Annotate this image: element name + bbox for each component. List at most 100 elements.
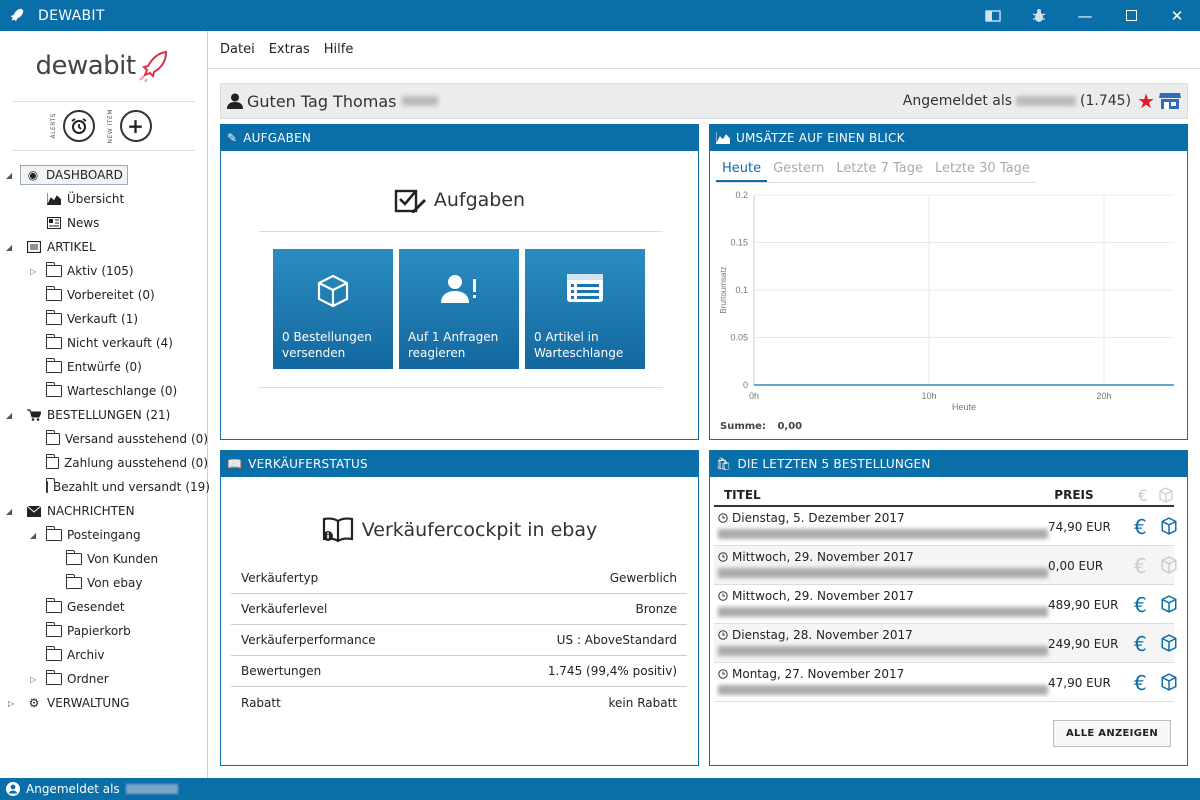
status-row: Verkäuferperformance US : AboveStandard — [231, 625, 687, 656]
maximize-button[interactable] — [1108, 0, 1154, 31]
shop-icon[interactable] — [1159, 92, 1181, 110]
nav-archiv[interactable]: Archiv — [0, 643, 208, 667]
nav-vorbereitet[interactable]: Vorbereitet (0) — [0, 283, 208, 307]
order-title-blurred — [718, 568, 1048, 578]
nav-nicht-verkauft[interactable]: Nicht verkauft (4) — [0, 331, 208, 355]
nav-verkauft[interactable]: Verkauft (1) — [0, 307, 208, 331]
nav-warteschlange-label: Warteschlange — [67, 384, 157, 398]
new-item-button[interactable]: + — [119, 110, 152, 142]
order-row[interactable]: Mittwoch, 29. November 2017 489,90 EUR € — [714, 585, 1177, 624]
new-item-label: NEW ITEM — [106, 108, 114, 144]
tab-gestern[interactable]: Gestern — [767, 159, 830, 182]
close-button[interactable]: ✕ — [1154, 0, 1200, 31]
nav-aktiv-label: Aktiv — [67, 264, 98, 278]
nav-vorbereitet-count: (0) — [137, 288, 155, 302]
nav-artikel[interactable]: ◢ ARTIKEL — [0, 235, 208, 259]
expand-arrow-icon[interactable]: ◢ — [6, 171, 12, 180]
package-icon[interactable] — [1160, 673, 1178, 691]
euro-icon[interactable]: € — [1134, 554, 1147, 578]
alarm-clock-icon — [71, 118, 86, 134]
nav-dashboard-label: DASHBOARD — [46, 168, 123, 182]
tab-heute[interactable]: Heute — [716, 159, 768, 182]
order-row[interactable]: Mittwoch, 29. November 2017 0,00 EUR € — [714, 546, 1177, 585]
bug-icon[interactable] — [1016, 0, 1062, 31]
plus-icon: + — [127, 114, 144, 138]
nav-news[interactable]: News — [0, 211, 208, 235]
tile-anfragen[interactable]: Auf 1 Anfragen reagieren — [399, 249, 519, 369]
order-row[interactable]: Montag, 27. November 2017 47,90 EUR € — [714, 663, 1177, 702]
status-key: Verkäufertyp — [241, 571, 319, 585]
nav-nachrichten[interactable]: ◢ NACHRICHTEN — [0, 499, 208, 523]
nav-versand[interactable]: Versand ausstehend (0) — [0, 427, 208, 451]
nav-warteschlange-count: (0) — [160, 384, 178, 398]
tab-7-tage[interactable]: Letzte 7 Tage — [830, 159, 929, 182]
order-row[interactable]: Dienstag, 28. November 2017 249,90 EUR € — [714, 624, 1177, 663]
euro-icon[interactable]: € — [1134, 515, 1147, 539]
nav-uebersicht[interactable]: Übersicht — [0, 187, 208, 211]
greeting-text: Guten Tag Thomas — [247, 91, 397, 111]
collapsed-arrow-icon[interactable]: ▷ — [30, 267, 36, 276]
expand-arrow-icon[interactable]: ◢ — [6, 507, 12, 516]
collapsed-arrow-icon[interactable]: ▷ — [30, 675, 36, 684]
nav-warteschlange[interactable]: Warteschlange (0) — [0, 379, 208, 403]
dashboard-icon: ◉ — [27, 168, 39, 182]
order-row[interactable]: Dienstag, 5. Dezember 2017 74,90 EUR € — [714, 507, 1177, 546]
euro-icon[interactable]: € — [1134, 632, 1147, 656]
y-tick-label: 0.15 — [730, 238, 748, 248]
folder-icon — [45, 358, 62, 373]
nav-von-ebay[interactable]: Von ebay — [0, 571, 208, 595]
menu-hilfe[interactable]: Hilfe — [324, 42, 354, 57]
collapsed-arrow-icon[interactable]: ▷ — [8, 699, 14, 708]
status-row: Verkäufertyp Gewerblich — [231, 563, 687, 594]
orders-header-label: DIE LETZTEN 5 BESTELLUNGEN — [737, 457, 931, 471]
nav-entwuerfe[interactable]: Entwürfe (0) — [0, 355, 208, 379]
nav-bestellungen[interactable]: ◢ BESTELLUNGEN (21) — [0, 403, 208, 427]
layout-icon[interactable] — [970, 0, 1016, 31]
alle-anzeigen-button[interactable]: ALLE ANZEIGEN — [1052, 720, 1171, 747]
nav-aktiv-count: (105) — [101, 264, 134, 278]
menu-datei[interactable]: Datei — [220, 42, 255, 57]
orders-table-head: TITEL PREIS € — [714, 485, 1174, 507]
clock-icon — [718, 669, 728, 679]
logo-rocket-icon — [138, 50, 167, 83]
package-icon[interactable] — [1160, 634, 1178, 652]
menu-bar: Datei Extras Hilfe — [208, 31, 1200, 69]
nav-archiv-label: Archiv — [67, 648, 105, 662]
euro-icon[interactable]: € — [1134, 593, 1147, 617]
nav-bezahlt[interactable]: Bezahlt und versandt (19) — [0, 475, 210, 499]
nav-dashboard[interactable]: ◢ ◉ DASHBOARD — [0, 163, 208, 187]
tile-bestellungen-versenden[interactable]: 0 Bestellungen versenden — [273, 249, 393, 369]
folder-icon — [45, 670, 62, 685]
nav-aktiv[interactable]: ▷ Aktiv (105) — [0, 259, 208, 283]
menu-extras[interactable]: Extras — [269, 42, 310, 57]
nav-von-kunden[interactable]: Von Kunden — [0, 547, 208, 571]
summe-label: Summe: — [720, 421, 766, 432]
tab-30-tage[interactable]: Letzte 30 Tage — [929, 159, 1036, 182]
app-title: DEWABIT — [38, 7, 105, 24]
divider — [259, 387, 663, 388]
nav-gesendet[interactable]: Gesendet — [0, 595, 208, 619]
status-title: Verkäufercockpit in ebay — [361, 519, 598, 541]
package-icon[interactable] — [1160, 556, 1178, 574]
nav-papierkorb[interactable]: Papierkorb — [0, 619, 208, 643]
clock-icon — [718, 552, 728, 562]
minimize-button[interactable]: — — [1062, 0, 1108, 31]
nav-posteingang[interactable]: ◢ Posteingang — [0, 523, 208, 547]
euro-icon[interactable]: € — [1134, 671, 1147, 695]
package-icon[interactable] — [1160, 595, 1178, 613]
expand-arrow-icon[interactable]: ◢ — [30, 531, 36, 540]
status-value: Bronze — [635, 602, 677, 616]
package-icon[interactable] — [1160, 517, 1178, 535]
expand-arrow-icon[interactable]: ◢ — [6, 411, 12, 420]
tile-label: Auf 1 Anfragen reagieren — [408, 330, 499, 360]
order-date: Montag, 27. November 2017 — [718, 667, 904, 681]
nav-bezahlt-count: (19) — [185, 480, 210, 494]
nav-zahlung[interactable]: Zahlung ausstehend (0) — [0, 451, 208, 475]
tile-warteschlange[interactable]: 0 Artikel in Warteschlange — [525, 249, 645, 369]
status-value: 1.745 (99,4% positiv) — [547, 664, 677, 678]
alarm-clock-button[interactable] — [62, 110, 95, 142]
nav-ordner[interactable]: ▷ Ordner — [0, 667, 208, 691]
rocket-icon — [10, 8, 24, 21]
expand-arrow-icon[interactable]: ◢ — [6, 243, 12, 252]
nav-verwaltung[interactable]: ▷ ⚙ VERWALTUNG — [0, 691, 208, 715]
